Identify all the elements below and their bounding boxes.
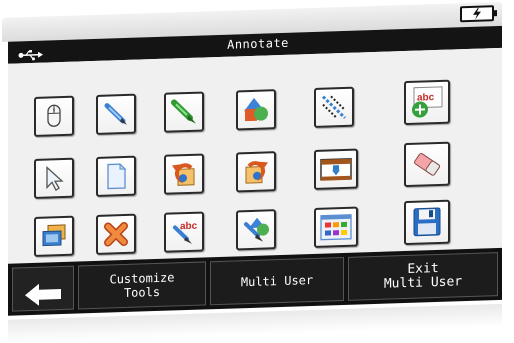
exit-multi-user-button[interactable]: Exit Multi User — [348, 252, 498, 301]
highlighter-tool-button[interactable] — [164, 91, 204, 132]
battery-charging-icon — [460, 5, 494, 22]
svg-text:abc: abc — [180, 221, 198, 233]
annotate-panel: Annotate — [0, 0, 514, 343]
blank-page-button[interactable] — [96, 156, 136, 197]
undo-button[interactable] — [164, 153, 204, 194]
customize-tools-button[interactable]: Customize Tools — [78, 261, 206, 309]
redo-button[interactable] — [236, 151, 276, 192]
eraser-tool-button[interactable] — [404, 142, 450, 187]
back-arrow-icon — [23, 266, 63, 310]
screen-capture-button[interactable] — [34, 216, 74, 257]
delete-button[interactable] — [96, 214, 136, 255]
text-pen-tool-button[interactable]: abc — [164, 211, 204, 252]
tool-grid: abc — [8, 48, 502, 264]
shapes-tool-button[interactable] — [236, 89, 276, 130]
save-button[interactable] — [404, 200, 450, 245]
shape-pen-tool-button[interactable] — [236, 209, 276, 250]
add-text-tool-button[interactable]: abc — [404, 80, 450, 125]
multi-user-button[interactable]: Multi User — [210, 257, 344, 305]
back-button[interactable] — [12, 266, 74, 312]
pen-tool-button[interactable] — [96, 94, 136, 135]
mouse-tool-button[interactable] — [34, 96, 74, 137]
color-palette-button[interactable] — [314, 207, 358, 248]
line-tool-button[interactable] — [314, 87, 354, 128]
window-title: Annotate — [158, 34, 358, 54]
pointer-tool-button[interactable] — [34, 158, 74, 199]
whiteboard-button[interactable] — [314, 149, 358, 190]
